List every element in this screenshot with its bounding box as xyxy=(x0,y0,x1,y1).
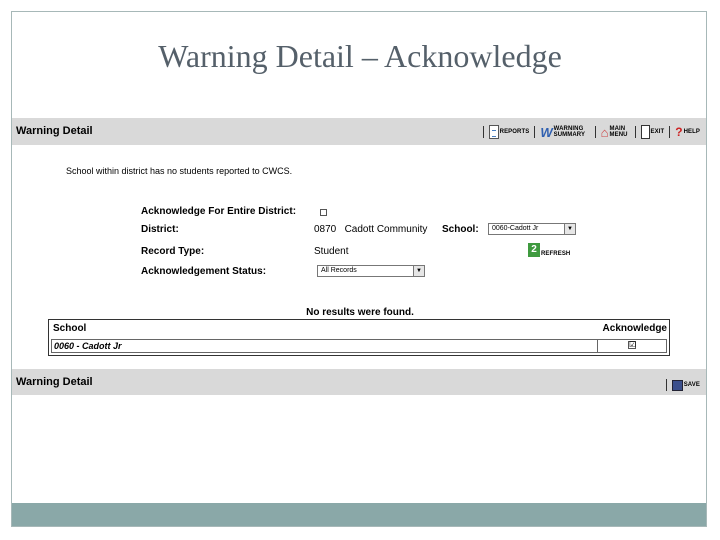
word-doc-icon: W xyxy=(540,124,553,140)
results-table: School Acknowledge 0060 - Cadott Jr ☑ xyxy=(48,319,670,356)
reports-button[interactable]: REPORTS xyxy=(488,125,530,139)
record-type-label: Record Type: xyxy=(141,246,205,257)
refresh-label: REFRESH xyxy=(541,251,571,257)
main-menu-button[interactable]: ⌂ MAIN MENU xyxy=(601,125,630,140)
row-acknowledge-checkbox[interactable]: ☑ xyxy=(628,341,636,349)
acknowledge-district-checkbox[interactable] xyxy=(320,209,327,216)
acknowledge-district-label: Acknowledge For Entire District: xyxy=(141,206,297,217)
chevron-down-icon: ▼ xyxy=(564,224,575,234)
page-header-label: Warning Detail xyxy=(16,125,93,137)
district-value: 0870 Cadott Community xyxy=(314,224,428,235)
ack-status-label: Acknowledgement Status: xyxy=(141,266,267,277)
document-icon xyxy=(488,125,499,139)
row-school-name: 0060 - Cadott Jr xyxy=(54,341,122,351)
question-icon: ? xyxy=(675,125,683,139)
help-button[interactable]: ? HELP xyxy=(675,125,700,139)
info-message: School within district has no students r… xyxy=(66,166,293,176)
save-label: SAVE xyxy=(683,382,700,388)
toolbar-separator xyxy=(534,126,536,138)
record-type-value: Student xyxy=(314,246,349,257)
save-button[interactable]: SAVE xyxy=(671,379,700,391)
no-results-message: No results were found. xyxy=(306,307,414,318)
refresh-icon: 2 xyxy=(528,243,540,257)
chevron-down-icon: ▼ xyxy=(413,266,424,276)
toolbar-separator xyxy=(634,126,636,138)
top-toolbar: REPORTS W WARNING SUMMARY ⌂ MAIN MENU EX… xyxy=(481,121,700,143)
toolbar-separator xyxy=(594,126,596,138)
ack-status-select[interactable]: All Records ▼ xyxy=(317,265,425,277)
page-footer-label: Warning Detail xyxy=(16,376,93,388)
column-header-acknowledge: Acknowledge xyxy=(602,323,667,334)
refresh-button[interactable]: 2 REFRESH xyxy=(528,243,570,257)
warning-summary-button[interactable]: W WARNING SUMMARY xyxy=(540,125,589,140)
ack-status-select-value: All Records xyxy=(321,267,357,274)
slide-title: Warning Detail – Acknowledge xyxy=(158,38,562,74)
top-toolbar-bar: Warning Detail REPORTS W WARNING SUMMARY… xyxy=(12,118,706,145)
toolbar-separator xyxy=(665,379,667,391)
house-icon: ⌂ xyxy=(600,124,609,140)
toolbar-separator xyxy=(482,126,484,138)
school-select-value: 0060-Cadott Jr xyxy=(492,225,539,232)
slide-footer-band xyxy=(12,503,706,526)
main-menu-label: MAIN MENU xyxy=(609,126,628,138)
school-select[interactable]: 0060-Cadott Jr ▼ xyxy=(488,223,576,235)
row-acknowledge-cell: ☑ xyxy=(597,339,668,353)
bottom-toolbar-bar: Warning Detail SAVE xyxy=(12,369,706,395)
table-row: 0060 - Cadott Jr ☑ xyxy=(51,339,667,353)
help-label: HELP xyxy=(683,129,700,135)
exit-label: EXIT xyxy=(650,129,665,135)
school-label: School: xyxy=(442,224,479,235)
reports-label: REPORTS xyxy=(499,129,530,135)
floppy-disk-icon xyxy=(671,379,683,391)
exit-button[interactable]: EXIT xyxy=(640,125,665,139)
warning-summary-label: WARNING SUMMARY xyxy=(553,126,586,138)
toolbar-separator xyxy=(669,126,671,138)
bottom-toolbar: SAVE xyxy=(664,374,700,396)
district-label: District: xyxy=(141,224,179,235)
door-icon xyxy=(640,125,650,139)
column-header-school: School xyxy=(53,323,87,334)
